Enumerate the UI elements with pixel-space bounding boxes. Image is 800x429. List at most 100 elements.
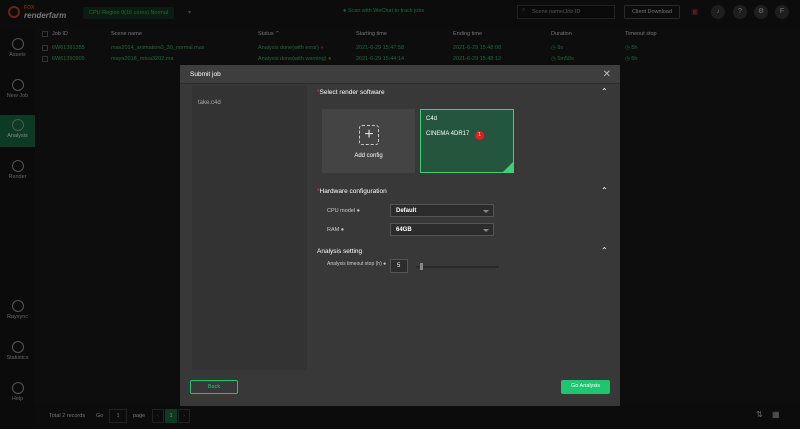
start-time: 2021-6-29 15:44:14	[356, 56, 405, 62]
column-header[interactable]: Scene name	[111, 31, 142, 37]
sort-up-icon: ⌃	[275, 31, 280, 37]
section-title: Select render software	[319, 89, 385, 96]
timeout-label: Analysis timeout stop (h) ●	[327, 261, 387, 267]
gear-icon[interactable]: ⚙	[754, 5, 768, 19]
total-records: Total 2 records	[49, 413, 86, 419]
duration: ◷ 5m58s	[551, 56, 574, 62]
timeout-text: 5h	[631, 45, 638, 51]
info-icon: ●	[340, 227, 345, 233]
bell-icon[interactable]: ♪	[711, 5, 725, 19]
chevron-up-icon[interactable]: ⌃	[601, 87, 608, 96]
label-text: RAM	[327, 227, 340, 233]
search-input[interactable]	[517, 5, 615, 19]
status: Analysis done(with warning) ●	[258, 56, 331, 62]
column-header[interactable]: Duration	[551, 31, 572, 37]
help-icon[interactable]: ?	[733, 5, 747, 19]
region-selector[interactable]: CPU Region 0(16 cores) Normal	[83, 7, 175, 19]
sidebar-item-label: Statistics	[6, 355, 29, 361]
checkmark-icon	[503, 162, 513, 172]
software-card-c4d[interactable]: C4d CINEMA 4DR17 1	[420, 109, 514, 173]
table-row[interactable]: 6W61390905 maya2018_mtoa3202.ma Analysis…	[35, 54, 800, 65]
slider-handle[interactable]	[420, 263, 423, 270]
ram-label: RAM ●	[327, 227, 344, 233]
wechat-text: Scan with WeChat to track jobs	[347, 8, 425, 14]
client-download-button[interactable]: Client Download	[624, 5, 680, 19]
sidebar-item-label: Raysync	[6, 314, 29, 320]
go-analysis-button[interactable]: Go Analysis	[561, 380, 610, 394]
chevron-up-icon[interactable]: ⌃	[601, 186, 608, 195]
wechat-link[interactable]: ● Scan with WeChat to track jobs	[343, 8, 424, 14]
sidebar-item-render[interactable]: Render	[0, 156, 35, 188]
status: Analysis done(with error) ●	[258, 45, 324, 51]
end-time: 2021-6-29 15:48:08	[453, 45, 502, 51]
duration-text: 5m58s	[557, 56, 574, 62]
sidebar-item-raysync[interactable]: Raysync	[0, 296, 35, 328]
sidebar-item-assets[interactable]: Assets	[0, 34, 35, 66]
chevron-up-icon[interactable]: ⌃	[601, 246, 608, 255]
info-icon: ●	[383, 261, 387, 267]
search-icon: ⌕	[522, 7, 526, 13]
page-button-current[interactable]: 1	[165, 409, 177, 423]
sidebar-item-new-job[interactable]: New Job	[0, 75, 35, 107]
add-config-card[interactable]: + Add config	[322, 109, 415, 173]
chevron-down-icon[interactable]: ▾	[188, 9, 191, 16]
section-software: *Select render software	[317, 89, 385, 96]
gift-icon[interactable]: ▣	[691, 7, 699, 16]
pagination-bar: Total 2 records Go 1 page ‹ 1 › ⇅ ▦	[35, 405, 800, 429]
sidebar-item-analysis[interactable]: Analysis	[0, 115, 35, 147]
prev-page-button[interactable]: ‹	[152, 409, 164, 423]
next-page-button[interactable]: ›	[178, 409, 190, 423]
row-checkbox[interactable]	[42, 45, 48, 51]
sidebar-item-label: Assets	[9, 52, 26, 58]
headset-icon	[11, 382, 24, 394]
sidebar-item-help[interactable]: Help	[0, 378, 35, 410]
sidebar-item-label: Help	[11, 396, 24, 402]
job-id[interactable]: 6W61391355	[52, 45, 85, 51]
sidebar-item-statistics[interactable]: Statistics	[0, 337, 35, 369]
timeout-slider[interactable]	[416, 263, 499, 270]
page-input[interactable]: 1	[109, 409, 127, 423]
timeout-input[interactable]: 5	[390, 259, 408, 273]
new-job-icon	[11, 79, 24, 91]
statistics-icon	[11, 341, 24, 353]
row-checkbox[interactable]	[42, 56, 48, 62]
column-header[interactable]: Timeout stop	[625, 31, 657, 37]
submit-job-modal: Submit job ✕ take.c4d *Select render sof…	[180, 65, 620, 406]
close-icon[interactable]: ✕	[603, 69, 611, 80]
job-id[interactable]: 6W61390905	[52, 56, 85, 62]
avatar[interactable]: F	[775, 5, 789, 19]
sidebar-item-label: Render	[8, 174, 27, 180]
add-config-label: Add config	[354, 153, 383, 159]
cpu-model-select[interactable]: Default	[390, 204, 494, 217]
sidebar-item-label: New Job	[6, 93, 29, 99]
start-time: 2021-6-29 15:47:58	[356, 45, 405, 51]
column-header[interactable]: Ending time	[453, 31, 482, 37]
column-header[interactable]: Starting time	[356, 31, 387, 37]
sort-icon[interactable]: ⇅	[756, 410, 763, 419]
back-button[interactable]: Back	[190, 380, 238, 394]
table-row[interactable]: 6W61391355 max2014_animation0_30_normal.…	[35, 42, 800, 54]
column-header-label: Status	[258, 31, 274, 37]
modal-title: Submit job	[190, 71, 221, 78]
column-header-status[interactable]: Status ⌃	[258, 31, 280, 37]
page-label: page	[133, 413, 146, 419]
warning-icon: ●	[328, 56, 332, 62]
go-label: Go	[96, 413, 104, 419]
select-all-checkbox[interactable]	[42, 31, 48, 37]
file-item[interactable]: take.c4d	[198, 100, 221, 106]
status-text: Analysis done(with warning)	[258, 56, 327, 62]
logo-text: renderfarm	[24, 11, 67, 20]
card-title: C4d	[426, 116, 438, 122]
render-icon	[11, 160, 24, 172]
column-header[interactable]: Job ID	[52, 31, 68, 37]
duration: ◷ 9s	[551, 45, 563, 51]
scene-name: max2014_animation0_30_normal.max	[111, 45, 205, 51]
top-bar: FOX renderfarm CPU Region 0(16 cores) No…	[0, 0, 800, 28]
qr-code-icon[interactable]: ▦	[772, 410, 780, 419]
section-hardware: *Hardware configuration	[317, 188, 387, 195]
timeout-text: 5h	[631, 56, 638, 62]
status-text: Analysis done(with error)	[258, 45, 319, 51]
file-list: take.c4d	[192, 86, 307, 370]
end-time: 2021-6-29 15:48:12	[453, 56, 502, 62]
ram-select[interactable]: 64GB	[390, 223, 494, 236]
